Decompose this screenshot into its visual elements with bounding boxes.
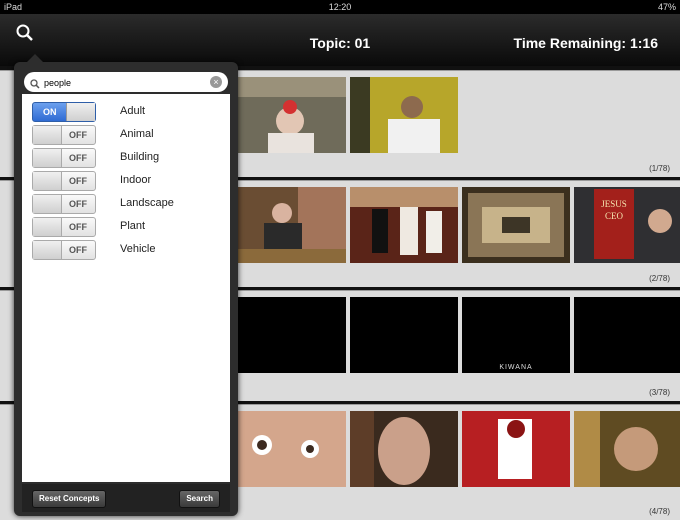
concept-item-adult: ON Adult: [32, 102, 222, 122]
video-thumbnail[interactable]: [350, 187, 458, 263]
popover-arrow: [27, 54, 43, 62]
svg-text:CEO: CEO: [605, 211, 624, 221]
result-count: (3/78): [649, 388, 670, 397]
result-count: (2/78): [649, 274, 670, 283]
video-thumbnail[interactable]: [238, 187, 346, 263]
concept-toggle[interactable]: ON: [32, 102, 96, 122]
concept-item-plant: OFF Plant: [32, 217, 222, 237]
video-thumbnail[interactable]: [350, 297, 458, 373]
toggle-state: OFF: [69, 199, 87, 209]
search-field[interactable]: ×: [24, 72, 228, 92]
concept-toggle[interactable]: OFF: [32, 171, 96, 191]
video-thumbnail[interactable]: [238, 77, 346, 153]
toggle-state: OFF: [69, 130, 87, 140]
video-thumbnail[interactable]: [574, 411, 680, 487]
video-thumbnail[interactable]: KIWANA: [462, 297, 570, 373]
toggle-state: ON: [43, 107, 57, 117]
concept-item-building: OFF Building: [32, 148, 222, 168]
search-button[interactable]: Search: [179, 490, 220, 508]
toggle-state: OFF: [69, 153, 87, 163]
concept-label: Plant: [120, 220, 146, 232]
popover-toolbar: Reset Concepts Search: [22, 484, 230, 512]
frame-caption: KIWANA: [499, 364, 533, 371]
svg-text:JESUS: JESUS: [601, 199, 627, 209]
battery-label: 47%: [657, 2, 676, 12]
clear-icon[interactable]: ×: [210, 76, 222, 88]
video-thumbnail[interactable]: [462, 411, 570, 487]
toggle-knob: [33, 195, 62, 213]
toggle-knob: [33, 218, 62, 236]
clock: 12:20: [328, 2, 352, 12]
concept-toggle[interactable]: OFF: [32, 125, 96, 145]
toggle-knob: [33, 149, 62, 167]
toggle-knob: [66, 103, 95, 121]
concept-list: ON Adult OFF Animal OFF Building OFF Ind…: [22, 94, 230, 482]
video-thumbnail[interactable]: JESUS CEO: [574, 187, 680, 263]
time-remaining: Time Remaining: 1:16: [513, 35, 658, 51]
navigation-bar: Topic: 01 Time Remaining: 1:16: [0, 14, 680, 66]
toggle-knob: [33, 241, 62, 259]
toggle-knob: [33, 172, 62, 190]
concept-toggle[interactable]: OFF: [32, 240, 96, 260]
concept-label: Landscape: [120, 197, 174, 209]
concept-item-animal: OFF Animal: [32, 125, 222, 145]
concept-search-popover: × ON Adult OFF Animal OFF Building: [14, 54, 238, 516]
concept-toggle[interactable]: OFF: [32, 217, 96, 237]
video-thumbnail[interactable]: [238, 297, 346, 373]
concept-label: Building: [120, 151, 160, 163]
status-bar: iPad 12:20 47%: [0, 0, 680, 14]
video-thumbnail[interactable]: [462, 187, 570, 263]
toggle-knob: [33, 126, 62, 144]
toggle-state: OFF: [69, 222, 87, 232]
video-thumbnail[interactable]: [350, 77, 458, 153]
concept-label: Adult: [120, 105, 146, 117]
toggle-state: OFF: [69, 176, 87, 186]
toggle-state: OFF: [69, 245, 87, 255]
concept-label: Animal: [120, 128, 154, 140]
video-thumbnail[interactable]: [238, 411, 346, 487]
video-thumbnail[interactable]: [350, 411, 458, 487]
concept-item-landscape: OFF Landscape: [32, 194, 222, 214]
reset-concepts-button[interactable]: Reset Concepts: [32, 490, 107, 508]
video-thumbnail[interactable]: [574, 297, 680, 373]
concept-item-vehicle: OFF Vehicle: [32, 240, 222, 260]
search-icon: [30, 76, 40, 94]
search-input[interactable]: [42, 74, 206, 92]
concept-label: Indoor: [120, 174, 152, 186]
result-count: (4/78): [649, 507, 670, 516]
concept-item-indoor: OFF Indoor: [32, 171, 222, 191]
concept-toggle[interactable]: OFF: [32, 148, 96, 168]
result-count: (1/78): [649, 164, 670, 173]
concept-label: Vehicle: [120, 243, 156, 255]
concept-toggle[interactable]: OFF: [32, 194, 96, 214]
